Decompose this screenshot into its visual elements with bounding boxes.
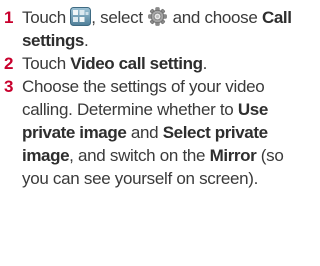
step-text-segment: , and switch on the — [69, 146, 210, 165]
instruction-list: 1 Touch , select and choose Call setting… — [0, 0, 305, 266]
step-text: Choose the settings of your video callin… — [22, 75, 297, 190]
step-number: 3 — [4, 77, 14, 96]
step-3: 3 Choose the settings of your video call… — [4, 75, 297, 190]
step-1: 1 Touch , select and choose Call setting… — [4, 6, 297, 52]
option-mirror: Mirror — [209, 146, 257, 165]
step-text-segment: Touch — [22, 8, 71, 27]
step-text-segment: and choose — [168, 8, 262, 27]
step-number: 1 — [4, 8, 14, 27]
step-text-segment: and — [126, 123, 163, 142]
step-text-segment: . — [202, 54, 208, 73]
step-text-segment: . — [83, 31, 89, 50]
menu-item-video-call-setting: Video call setting — [70, 54, 203, 73]
step-text-segment: Touch — [22, 54, 71, 73]
step-text-segment: , select — [91, 8, 148, 27]
step-2: 2 Touch Video call setting. — [4, 52, 297, 75]
step-text-segment: Choose the settings of your video callin… — [22, 77, 265, 119]
step-number: 2 — [4, 54, 14, 73]
apps-menu-icon — [70, 7, 92, 26]
step-text: Touch , select and choose Call settings. — [22, 6, 297, 52]
step-text: Touch Video call setting. — [22, 52, 297, 75]
settings-gear-icon — [147, 7, 168, 26]
